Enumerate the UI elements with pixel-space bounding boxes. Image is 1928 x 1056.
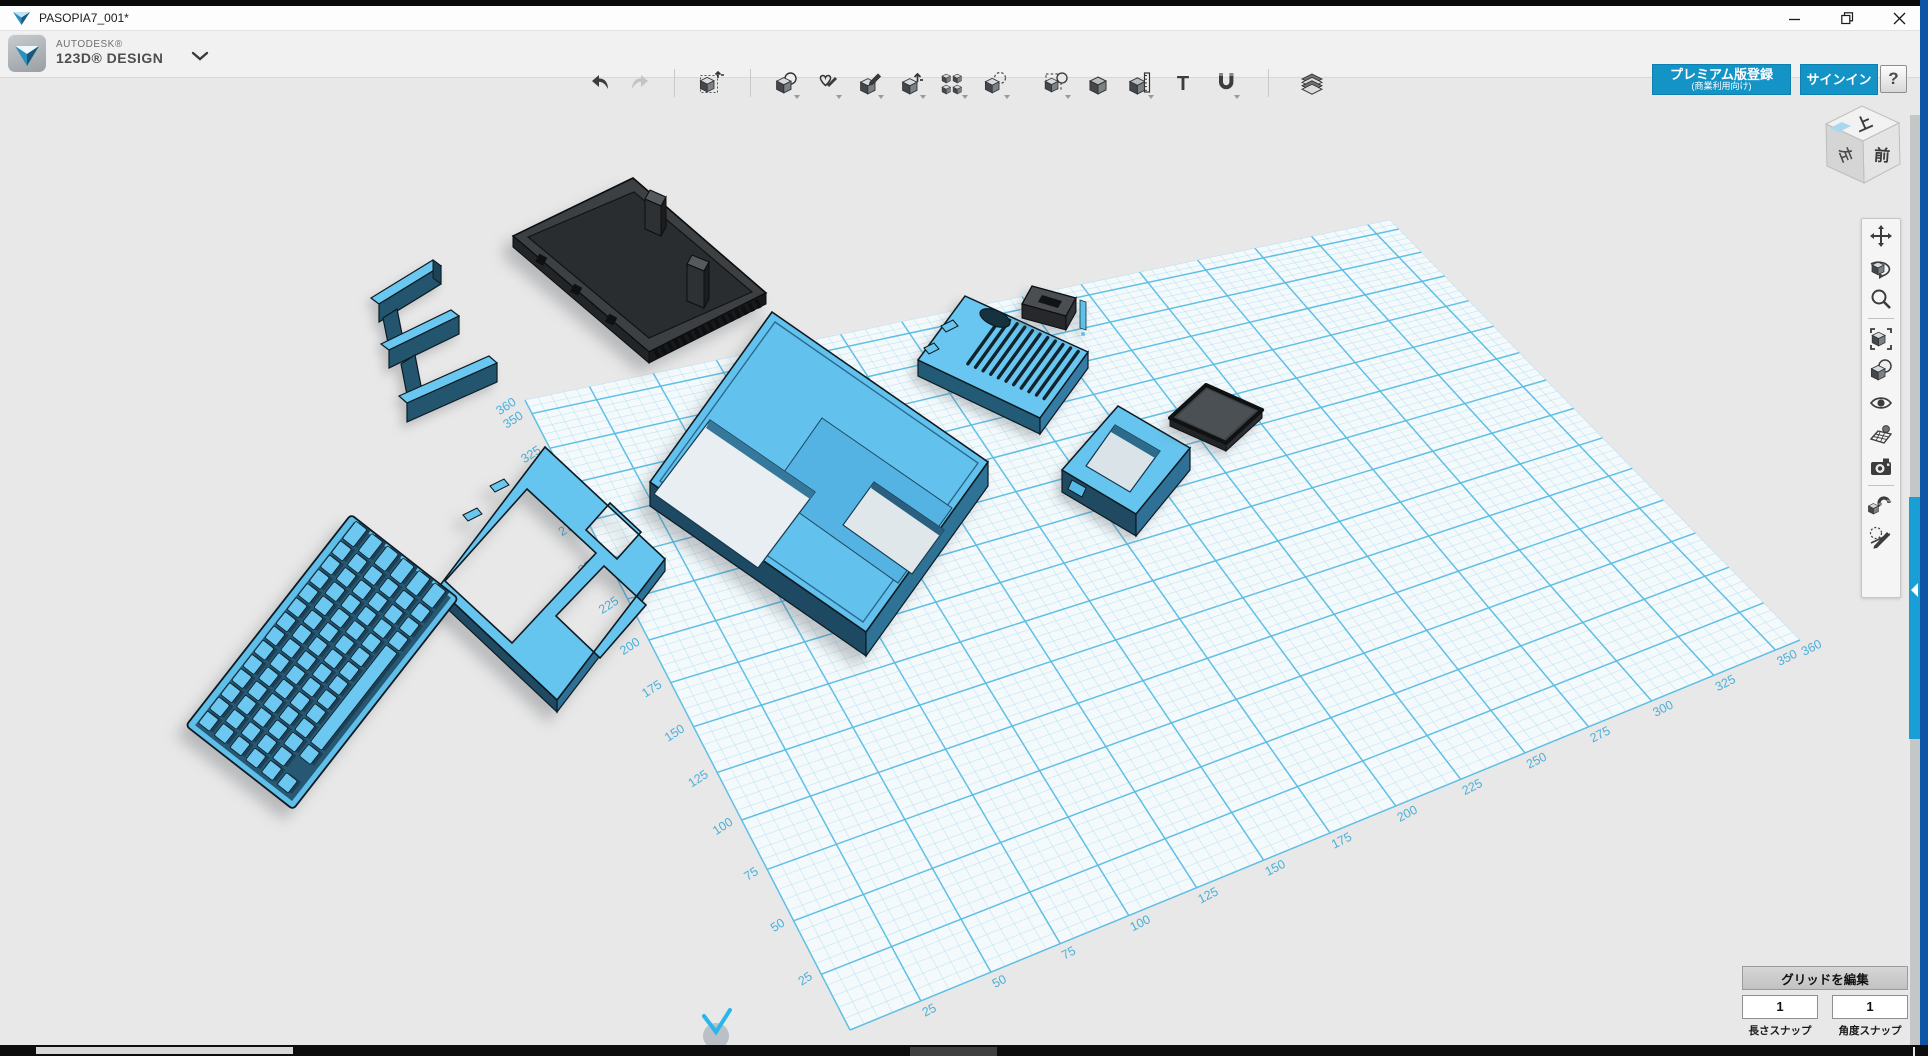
grid-settings-panel: グリッドを編集 1 1 長さスナップ 角度スナップ xyxy=(1742,966,1908,990)
length-snap-label: 長さスナップ xyxy=(1742,1023,1818,1038)
restore-button[interactable] xyxy=(1836,8,1858,30)
palette-separator xyxy=(1868,485,1894,486)
screenshot-icon[interactable] xyxy=(1866,452,1896,482)
help-label: ? xyxy=(1888,69,1898,89)
close-icon xyxy=(1893,12,1906,25)
menu-chevron-icon[interactable] xyxy=(191,51,209,61)
window-right-edge xyxy=(1920,0,1928,1045)
toolbar-separator xyxy=(1268,69,1269,97)
dropdown-caret-icon xyxy=(1004,95,1010,99)
viewport-3d[interactable] xyxy=(0,78,1920,1045)
premium-button[interactable]: プレミアム版登録 (商業利用向け) xyxy=(1652,64,1791,95)
minimize-button[interactable] xyxy=(1784,8,1806,30)
svg-text:T: T xyxy=(1177,73,1189,95)
navigation-palette xyxy=(1861,218,1901,598)
angle-snap-label: 角度スナップ xyxy=(1832,1023,1908,1038)
signin-label: サインイン xyxy=(1806,73,1871,87)
zoom-icon[interactable] xyxy=(1866,285,1896,315)
text-icon[interactable]: T xyxy=(1165,66,1201,102)
app-logo-tile xyxy=(8,34,46,72)
hide-show-icon[interactable] xyxy=(1866,388,1896,418)
dropdown-caret-icon xyxy=(1065,95,1071,99)
edit-sketch-icon[interactable] xyxy=(1866,523,1896,553)
dropdown-caret-icon xyxy=(1234,95,1240,99)
taskbar-segment-light xyxy=(36,1047,293,1054)
signin-button[interactable]: サインイン xyxy=(1800,64,1878,95)
help-button[interactable]: ? xyxy=(1880,65,1907,93)
dropdown-caret-icon xyxy=(962,95,968,99)
taskbar-segment-dim xyxy=(910,1047,997,1056)
close-button[interactable] xyxy=(1888,8,1910,30)
dropdown-caret-icon xyxy=(1148,95,1154,99)
dropdown-caret-icon xyxy=(794,95,800,99)
minimize-icon xyxy=(1789,13,1801,25)
dropdown-caret-icon xyxy=(878,95,884,99)
taskbar-strip xyxy=(0,1045,1928,1056)
toolbar-separator xyxy=(750,69,751,97)
length-snap-input[interactable]: 1 xyxy=(1742,995,1818,1019)
panel-expand-arrow-icon[interactable] xyxy=(1911,583,1918,597)
dropdown-caret-icon xyxy=(920,95,926,99)
snap-toggle-icon[interactable] xyxy=(1866,491,1896,521)
premium-sublabel: (商業利用向け) xyxy=(1692,82,1752,91)
angle-snap-input[interactable]: 1 xyxy=(1832,995,1908,1019)
redo-icon[interactable] xyxy=(622,66,658,102)
app-logo-icon xyxy=(13,11,30,26)
edit-grid-button[interactable]: グリッドを編集 xyxy=(1742,966,1908,990)
dropdown-caret-icon xyxy=(836,95,842,99)
toolbar-separator xyxy=(674,69,675,97)
material-icon[interactable] xyxy=(1294,66,1330,102)
restore-icon xyxy=(1841,12,1854,25)
zoom-fit-icon[interactable] xyxy=(1866,324,1896,354)
application-window: PASOPIA7_001* xyxy=(0,0,1928,1056)
look-at-icon[interactable] xyxy=(1866,356,1896,386)
app-menu[interactable]: AUTODESK® 123D® DESIGN xyxy=(8,34,209,72)
pan-icon[interactable] xyxy=(1866,221,1896,251)
title-bar: PASOPIA7_001* xyxy=(0,6,1928,31)
undo-icon[interactable] xyxy=(582,66,618,102)
taskbar-divider xyxy=(1913,1047,1915,1056)
palette-separator xyxy=(1868,318,1894,319)
main-toolbar: AUTODESK® 123D® DESIGN T プレミアム版登録 (商業利用向… xyxy=(0,31,1928,78)
orbit-icon[interactable] xyxy=(1866,253,1896,283)
123d-logo-icon xyxy=(8,34,46,72)
document-title: PASOPIA7_001* xyxy=(39,11,129,25)
premium-label: プレミアム版登録 xyxy=(1670,68,1773,82)
combine-icon[interactable] xyxy=(1080,66,1116,102)
right-scrollbar-thumb[interactable] xyxy=(1909,497,1920,739)
show-grid-icon[interactable] xyxy=(1866,420,1896,450)
brand-text: AUTODESK® 123D® DESIGN xyxy=(56,40,163,65)
brand-line2: 123D® DESIGN xyxy=(56,51,163,66)
transform-icon[interactable] xyxy=(694,66,730,102)
